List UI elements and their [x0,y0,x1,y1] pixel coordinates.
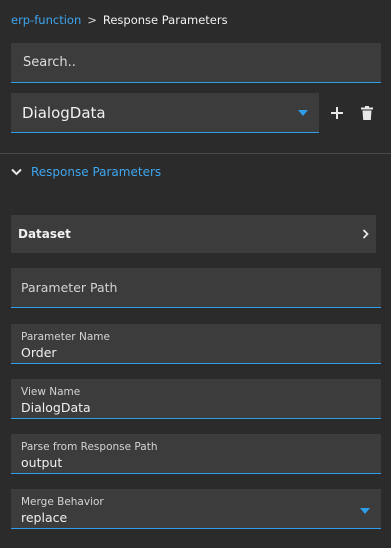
view-name-label: View Name [21,386,81,398]
chevron-down-icon [11,168,22,176]
dataset-row[interactable]: Dataset [11,215,376,253]
breadcrumb-parent-link[interactable]: erp-function [11,13,81,27]
section-divider [0,153,391,154]
breadcrumb: erp-function > Response Parameters [11,13,228,27]
merge-behavior-label: Merge Behavior [21,496,104,508]
search-box [11,43,381,83]
parameter-name-field[interactable]: Parameter Name Order [11,324,381,364]
trash-icon [361,106,373,120]
view-select-value: DialogData [22,103,106,122]
breadcrumb-separator: > [87,13,97,27]
section-toggle[interactable]: Response Parameters [11,165,161,179]
section-title: Response Parameters [31,165,162,179]
view-select[interactable]: DialogData [11,93,319,133]
parse-path-value: output [21,455,63,470]
plus-icon [331,107,343,119]
add-button[interactable] [328,104,346,122]
view-name-field[interactable]: View Name DialogData [11,379,381,419]
breadcrumb-current: Response Parameters [102,13,228,27]
parse-path-field[interactable]: Parse from Response Path output [11,434,381,474]
parameter-name-value: Order [21,345,57,360]
parameter-path-placeholder: Parameter Path [21,280,118,295]
dataset-label: Dataset [18,227,71,241]
parameter-path-field[interactable]: Parameter Path [11,268,381,308]
delete-button[interactable] [358,104,376,122]
parse-path-label: Parse from Response Path [21,441,158,453]
parameter-name-label: Parameter Name [21,331,110,343]
merge-behavior-value: replace [21,510,68,525]
search-input[interactable] [11,43,381,82]
chevron-right-icon [362,229,369,239]
dropdown-arrow-icon [298,109,308,116]
view-name-value: DialogData [21,400,91,415]
merge-behavior-select[interactable]: Merge Behavior replace [11,489,381,529]
dropdown-arrow-icon [360,508,370,514]
